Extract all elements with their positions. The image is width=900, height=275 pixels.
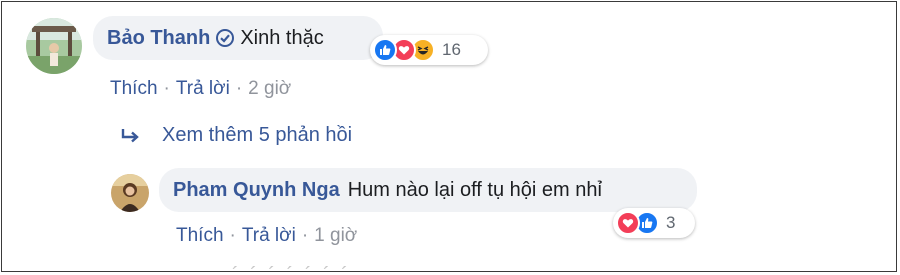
comment-text: Xinh thặc [240, 26, 324, 49]
avatar[interactable] [111, 174, 149, 212]
comment-timestamp[interactable]: 1 giờ [314, 225, 357, 246]
reaction-count: 16 [442, 40, 461, 59]
separator: · [235, 78, 243, 99]
reply-link[interactable]: Trả lời [242, 225, 296, 246]
cropped-content-edge: ´ ´ ´ ´ ´ ´ ´ [232, 264, 752, 271]
reply-link[interactable]: Trả lời [176, 78, 230, 99]
comment-timestamp[interactable]: 2 giờ [248, 78, 291, 99]
comment-actions: Thích · Trả lời · 2 giờ [110, 78, 291, 100]
reaction-summary[interactable]: 3 [613, 208, 695, 238]
comment-text: Hum nào lại off tụ hội em nhỉ [347, 178, 602, 201]
reaction-summary[interactable]: 16 [370, 35, 488, 65]
verified-badge-icon [216, 29, 235, 47]
comment-author[interactable]: Pham Quynh Nga [173, 179, 340, 202]
separator: · [229, 225, 236, 246]
reply-arrow-icon [121, 128, 139, 142]
like-link[interactable]: Thích [176, 225, 224, 246]
view-more-replies-link[interactable]: Xem thêm 5 phản hồi [120, 124, 352, 147]
comment-bubble: Pham Quynh Nga Hum nào lại off tụ hội em… [159, 168, 697, 212]
like-icon [373, 38, 397, 62]
separator: · [301, 225, 309, 246]
comment-actions: Thích · Trả lời · 1 giờ [176, 225, 357, 247]
comment-author[interactable]: Bảo Thanh [107, 27, 210, 50]
like-link[interactable]: Thích [110, 78, 158, 99]
reaction-count: 3 [666, 213, 676, 232]
comment-bubble: Bảo Thanh Xinh thặc [93, 16, 383, 60]
comment-thread: Bảo Thanh Xinh thặc 16 Thích · Trả lời · 2 g… [1, 1, 897, 272]
avatar[interactable] [26, 18, 82, 74]
love-icon [616, 211, 640, 235]
separator: · [163, 78, 170, 99]
view-more-label: Xem thêm 5 phản hồi [162, 124, 353, 146]
